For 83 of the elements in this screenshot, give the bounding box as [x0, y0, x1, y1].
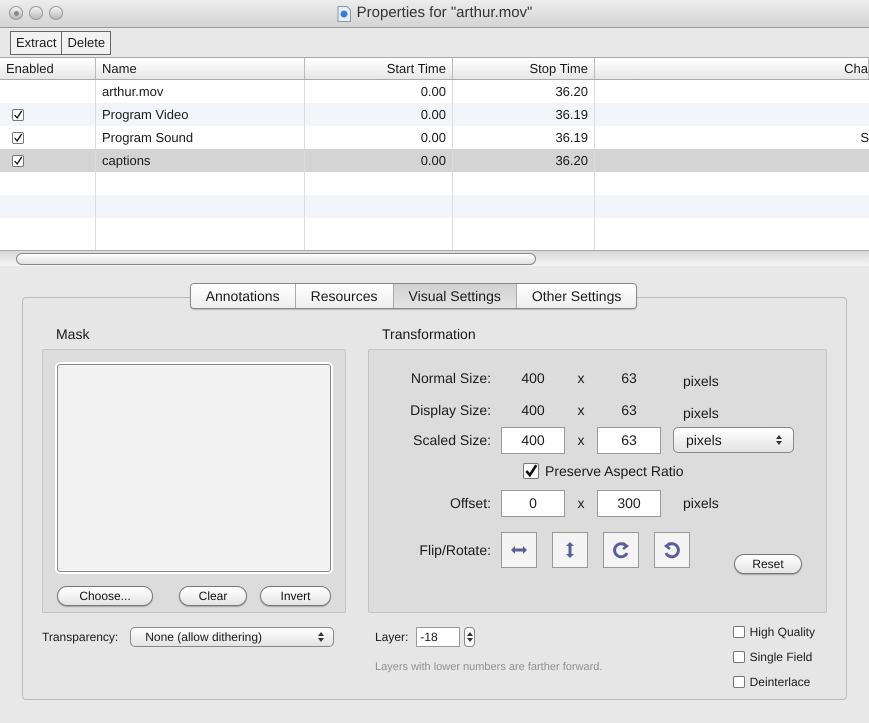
checkbox-label: Deinterlace	[750, 674, 810, 691]
checkbox-label: Single Field	[750, 649, 812, 666]
table-cell-text: 0.00	[420, 82, 446, 101]
option-checkbox[interactable]	[732, 626, 745, 638]
tab[interactable]: Other Settings	[516, 284, 636, 308]
table-row[interactable]: Program Video 0.00 36.19	[0, 103, 869, 126]
layer-stepper[interactable]	[464, 627, 476, 647]
toolbar-button[interactable]: Extract	[11, 32, 62, 54]
flip-rotate-button[interactable]	[501, 532, 537, 568]
flip-rotate-button[interactable]	[654, 532, 690, 568]
group-title: Mask	[56, 325, 90, 344]
column-header[interactable]: Name	[102, 58, 137, 78]
checkbox-label: Preserve Aspect Ratio	[545, 462, 684, 481]
enabled-checkbox[interactable]	[12, 132, 24, 144]
transparency-dropdown[interactable]: None (allow dithering)	[130, 627, 334, 647]
height-field[interactable]: 63	[597, 426, 661, 454]
push-button[interactable]: Invert	[260, 586, 331, 606]
width-value: 400	[520, 368, 546, 388]
enabled-checkbox[interactable]	[12, 108, 24, 120]
table-cell-text: 0.00	[420, 106, 446, 124]
times-sign: x	[576, 368, 586, 388]
unit-label: pixels	[683, 372, 719, 391]
table-cell-text: 36.19	[555, 106, 588, 124]
field-label: Scaled Size:	[412, 430, 492, 450]
times-sign: x	[576, 430, 586, 450]
table-cell-text: Program Video	[102, 106, 188, 124]
width-value: 400	[520, 400, 546, 420]
table-cell-text: 0.00	[420, 152, 446, 170]
column-header[interactable]: Stop Time	[529, 58, 588, 78]
tab[interactable]: Visual Settings	[392, 284, 516, 308]
toolbar-button[interactable]: Delete	[61, 32, 110, 54]
checkbox-label: High Quality	[750, 624, 815, 641]
push-button[interactable]: Choose...	[57, 586, 153, 606]
times-sign: x	[576, 400, 586, 420]
close-button[interactable]	[9, 6, 23, 20]
flip-rotate-button[interactable]	[552, 532, 588, 568]
group-title: Transformation	[382, 325, 477, 344]
field-label: Layer:	[375, 629, 408, 646]
table-cell-text: 36.19	[555, 128, 588, 147]
column-header[interactable]: Cha	[844, 58, 868, 78]
layer-field[interactable]: -18	[416, 627, 460, 647]
column-header[interactable]: Start Time	[386, 58, 446, 78]
table-cell-text: S	[860, 128, 869, 147]
field-label: Offset:	[449, 494, 492, 512]
width-field[interactable]: 400	[501, 426, 565, 454]
height-value: 63	[620, 400, 638, 420]
table-cell-text: 0.00	[420, 128, 446, 147]
stepper-icon	[466, 631, 474, 643]
field-label: Display Size:	[409, 400, 492, 420]
height-value: 63	[620, 368, 638, 388]
x-offset-field[interactable]: 0	[501, 490, 565, 516]
field-label: Transparency:	[42, 629, 118, 646]
unit-dropdown[interactable]: pixels	[673, 427, 794, 453]
table-cell-text: Program Sound	[102, 128, 194, 147]
flip-rotate-button[interactable]	[603, 532, 639, 568]
tab[interactable]: Annotations	[190, 284, 295, 308]
rotate-clockwise-icon	[611, 540, 631, 560]
window-title: Properties for "arthur.mov"	[356, 3, 532, 24]
horizontal-scrollbar[interactable]	[0, 250, 869, 266]
stepper-icon	[317, 631, 326, 643]
table-cell-text: captions	[102, 152, 150, 170]
layer-hint: Layers with lower numbers are farther forward.	[375, 660, 602, 675]
option-checkbox[interactable]	[732, 676, 745, 688]
enabled-checkbox[interactable]	[12, 154, 24, 166]
unit-label: pixels	[683, 494, 719, 513]
push-button[interactable]: Reset	[734, 554, 802, 574]
document-icon	[336, 6, 351, 22]
rotate-counterclockwise-icon	[662, 540, 682, 560]
option-checkbox[interactable]	[732, 651, 745, 663]
field-label: Normal Size:	[410, 368, 492, 388]
times-sign: x	[576, 494, 586, 512]
aspect-checkbox[interactable]	[523, 463, 539, 479]
stepper-icon	[775, 434, 783, 446]
push-button[interactable]: Clear	[179, 586, 247, 606]
table-cell-text: 36.20	[555, 82, 588, 101]
field-label: Flip/Rotate:	[418, 540, 492, 560]
table-cell-text: 36.20	[555, 152, 588, 170]
table-row[interactable]: captions 0.00 36.20	[0, 149, 869, 172]
unit-label: pixels	[683, 404, 719, 423]
table-cell-text: arthur.mov	[102, 82, 164, 101]
tab[interactable]: Resources	[294, 284, 392, 308]
y-offset-field[interactable]: 300	[597, 490, 661, 516]
column-header[interactable]: Enabled	[6, 58, 54, 78]
